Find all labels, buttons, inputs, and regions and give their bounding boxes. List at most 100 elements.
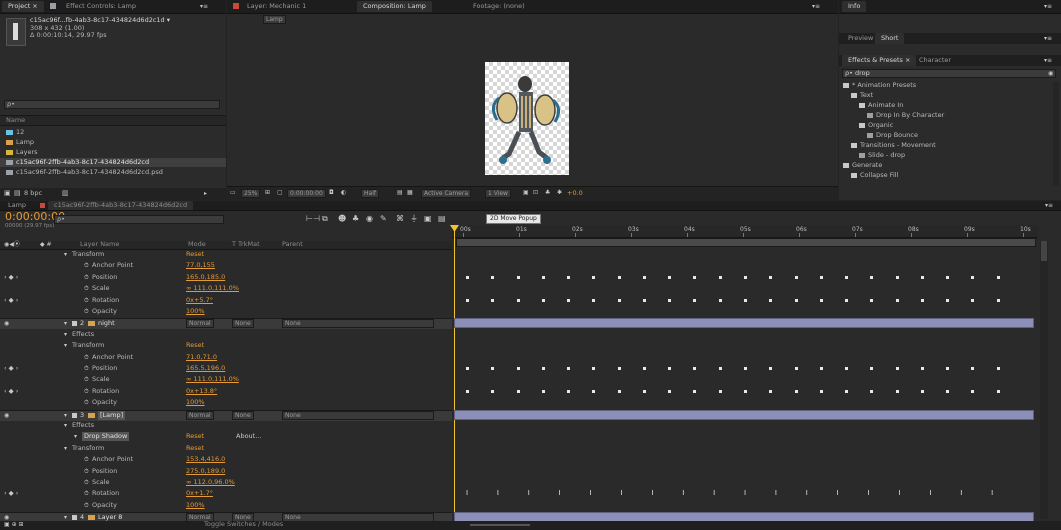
keyframe-marker[interactable]: I xyxy=(837,490,840,497)
stopwatch-icon[interactable]: ⏱ xyxy=(84,296,89,305)
keyframe-marker[interactable] xyxy=(491,390,495,393)
property-value[interactable]: Reset xyxy=(186,250,204,259)
keyframe-marker[interactable] xyxy=(567,299,571,302)
keyframe-marker[interactable] xyxy=(466,276,469,279)
stopwatch-icon[interactable]: ⏱ xyxy=(84,467,89,476)
layer-name[interactable]: night xyxy=(98,319,115,328)
timeline-scrollbar[interactable] xyxy=(1040,241,1048,519)
property-row[interactable]: ▾ Transform Reset xyxy=(0,250,452,259)
keyframe-marker[interactable] xyxy=(744,276,747,279)
col-mode[interactable]: Mode xyxy=(188,240,206,249)
keyframe-marker[interactable] xyxy=(491,276,495,279)
keyframe-marker[interactable] xyxy=(693,390,697,393)
keyframe-marker[interactable] xyxy=(466,367,469,370)
keyframe-marker[interactable] xyxy=(744,299,747,302)
keyframe-marker[interactable] xyxy=(794,367,798,370)
effects-search-input[interactable]: ρ• drop ◉ xyxy=(842,69,1056,78)
keyframe-navigator[interactable]: ‹ ◆ › xyxy=(4,364,18,373)
keyframe-marker[interactable] xyxy=(541,299,545,302)
tab-effect-controls[interactable]: Effect Controls: Lamp xyxy=(60,1,142,12)
expand-arrow-icon[interactable]: ▾ xyxy=(64,411,67,420)
tab-effects-presets[interactable]: Effects & Presets × xyxy=(842,55,917,66)
keyframe-navigator[interactable]: ‹ ◆ › xyxy=(4,296,18,305)
keyframe-marker[interactable] xyxy=(642,390,646,393)
keyframe-marker[interactable] xyxy=(946,390,950,393)
keyframe-marker[interactable] xyxy=(693,276,697,279)
layer-label-color[interactable] xyxy=(72,515,77,520)
property-row[interactable]: ‹ ◆ › ⏱ Rotation 0x+1.7° xyxy=(0,489,452,498)
property-row[interactable]: ‹ ◆ › ⏱ Position 165.0,185.0 xyxy=(0,273,452,282)
keyframe-navigator[interactable]: ‹ ◆ › xyxy=(4,273,18,282)
property-value[interactable]: Reset xyxy=(186,341,204,350)
keyframe-marker[interactable] xyxy=(617,299,621,302)
effects-menu-icon[interactable]: ▾≡ xyxy=(1044,56,1052,65)
expand-arrow-icon[interactable]: ▾ xyxy=(74,432,77,441)
keyframe-marker[interactable] xyxy=(769,367,773,370)
current-time[interactable]: 0:00:00:00 xyxy=(287,189,326,198)
keyframe-marker[interactable] xyxy=(592,390,596,393)
property-row[interactable]: ⏱ Position 275.0,189.0 xyxy=(0,467,452,476)
stopwatch-icon[interactable]: ⏱ xyxy=(84,273,89,282)
column-name[interactable]: Name xyxy=(6,116,25,125)
composition-canvas[interactable] xyxy=(485,62,569,175)
property-row[interactable]: ⏱ Opacity 100% xyxy=(0,501,452,510)
project-item[interactable]: Lamp xyxy=(0,138,226,147)
layer-trkmat-dropdown[interactable]: None xyxy=(232,319,254,328)
tab-preview[interactable]: Preview xyxy=(842,33,879,44)
keyframe-marker[interactable] xyxy=(845,276,849,279)
property-value[interactable]: 0x+13.8° xyxy=(186,387,217,396)
keyframe-marker[interactable]: I xyxy=(466,490,469,497)
keyframe-marker[interactable] xyxy=(870,276,874,279)
tab-project[interactable]: Project × xyxy=(2,1,44,12)
property-value[interactable]: ∞ 111.0,111.0% xyxy=(186,375,239,384)
keyframe-marker[interactable] xyxy=(870,390,874,393)
property-row[interactable]: ▾ Effects xyxy=(0,330,452,339)
comp-mini-flowchart-icon[interactable]: ⊢⊣ xyxy=(306,214,320,223)
keyframe-marker[interactable]: I xyxy=(898,490,901,497)
keyframe-marker[interactable]: I xyxy=(991,490,994,497)
property-row[interactable]: ▾ Transform Reset xyxy=(0,341,452,350)
visibility-icon[interactable]: ◉ xyxy=(4,319,9,328)
layer-label-color[interactable] xyxy=(72,413,77,418)
keyframe-marker[interactable] xyxy=(516,299,520,302)
property-value[interactable]: 165.0,185.0 xyxy=(186,273,225,282)
keyframe-marker[interactable] xyxy=(819,367,823,370)
keyframe-marker[interactable]: I xyxy=(744,490,747,497)
visibility-icon[interactable]: ◉ xyxy=(4,411,9,420)
toggle-pixel-icon[interactable]: ▣ xyxy=(523,188,529,197)
info-menu-icon[interactable]: ▾≡ xyxy=(1044,2,1052,11)
property-row[interactable]: ⏱ Scale ∞ 111.0,111.0% xyxy=(0,284,452,293)
layer-mode-dropdown[interactable]: Normal xyxy=(186,411,214,420)
keyframe-marker[interactable] xyxy=(491,367,495,370)
stopwatch-icon[interactable]: ⏱ xyxy=(84,501,89,510)
keyframe-marker[interactable] xyxy=(769,390,773,393)
show-channel-icon[interactable]: ◐ xyxy=(341,188,346,197)
camera-icon[interactable]: ◘ xyxy=(329,188,334,197)
clear-search-icon[interactable]: ◉ xyxy=(1048,69,1053,78)
search-input[interactable]: ρ• xyxy=(4,100,220,109)
property-value[interactable]: 100% xyxy=(186,398,205,407)
property-row[interactable]: ▾ Drop Shadow Reset About... xyxy=(0,432,452,441)
expand-arrow-icon[interactable]: ▾ xyxy=(64,444,67,453)
keyframe-marker[interactable] xyxy=(567,367,571,370)
viewer-menu-icon[interactable]: ▾≡ xyxy=(812,2,820,11)
stopwatch-icon[interactable]: ⏱ xyxy=(84,398,89,407)
keyframe-marker[interactable] xyxy=(592,367,596,370)
toggle-switches-modes[interactable]: Toggle Switches / Modes xyxy=(204,520,283,529)
keyframe-marker[interactable] xyxy=(718,367,722,370)
property-value[interactable]: 153.4,416.0 xyxy=(186,455,225,464)
region-icon[interactable]: ▤ xyxy=(397,188,403,197)
work-area-bar[interactable] xyxy=(456,238,1036,247)
live-update-icon[interactable]: ▣ xyxy=(424,214,432,223)
keyframe-marker[interactable]: I xyxy=(559,490,562,497)
keyframe-marker[interactable] xyxy=(592,299,596,302)
interpret-footage-icon[interactable]: ▣ xyxy=(4,189,11,198)
project-item[interactable]: c15ac96f-2ffb-4ab3-8c17-434824d6d2cd xyxy=(0,158,226,167)
property-row[interactable]: ▾ Effects xyxy=(0,421,452,430)
keyframe-marker[interactable]: I xyxy=(590,490,593,497)
exposure-icon[interactable]: ✱ xyxy=(557,188,562,197)
effects-scrollbar[interactable] xyxy=(1053,82,1059,186)
av-features-icon[interactable]: ◉◀⦿ xyxy=(4,240,20,249)
keyframe-marker[interactable] xyxy=(693,367,697,370)
keyframe-marker[interactable]: I xyxy=(775,490,778,497)
